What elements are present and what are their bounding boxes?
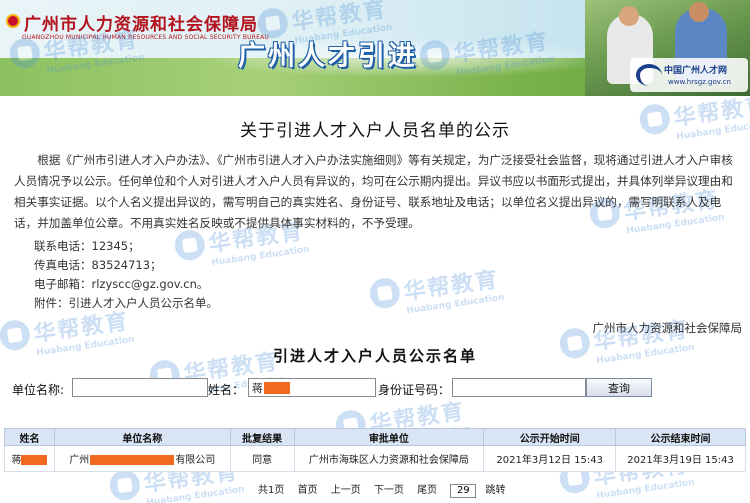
name-label: 姓名： xyxy=(208,383,245,397)
notice-body: 根据《广州市引进人才入户办法》、《广州市引进人才入户办法实施细则》等有关规定，为… xyxy=(14,150,740,234)
contact-info: 联系电话：12345； 传真电话：83524713； 电子邮箱：rlzyscc@… xyxy=(34,237,218,313)
contact-phone: 联系电话：12345； xyxy=(34,239,140,253)
site-banner: 广州市人力资源和社会保障局 GUANGZHOU MUNICIPAL HUMAN … xyxy=(0,0,750,96)
results-table: 姓名 单位名称 批复结果 审批单位 公示开始时间 公示结束时间 蒋 广州 有限公司… xyxy=(4,428,746,472)
first-page-link[interactable]: 首页 xyxy=(298,481,318,496)
list-title: 引进人才入户人员公示名单 xyxy=(272,347,477,365)
photo-person-head xyxy=(619,6,639,26)
cell-name: 蒋 xyxy=(4,445,55,472)
id-number-label: 身份证号码： xyxy=(378,383,451,397)
table-header-row: 姓名 单位名称 批复结果 审批单位 公示开始时间 公示结束时间 xyxy=(4,428,746,446)
column-header: 姓名 xyxy=(4,428,55,446)
cell-unit: 广州 有限公司 xyxy=(53,445,231,472)
id-number-input[interactable] xyxy=(452,378,586,397)
search-button[interactable]: 查询 xyxy=(586,378,652,397)
cell-end-time: 2021年3月19日 15:43 xyxy=(615,445,746,472)
site-badge-url: www.hrsgz.gov.cn xyxy=(668,78,731,86)
last-page-link[interactable]: 尾页 xyxy=(417,481,437,496)
attachment-note: 附件：引进人才入户人员公示名单。 xyxy=(34,296,218,310)
jump-link[interactable]: 跳转 xyxy=(486,481,506,496)
site-badge-name: 中国广州人才网 xyxy=(664,66,728,76)
column-header: 公示结束时间 xyxy=(615,428,746,446)
redaction-block xyxy=(21,455,48,465)
page-number-input[interactable] xyxy=(450,483,477,498)
cell-result: 同意 xyxy=(229,445,295,472)
prev-page-link[interactable]: 上一页 xyxy=(331,481,361,496)
watermark-logo-icon xyxy=(367,276,402,311)
redaction-block xyxy=(90,455,175,465)
signature-org: 广州市人力资源和社会保障局 xyxy=(592,321,743,335)
contact-email: 电子邮箱：rlzyscc@gz.gov.cn。 xyxy=(34,277,209,291)
swoosh-logo-icon xyxy=(636,64,662,86)
watermark: 华帮教育Huabang Education xyxy=(367,261,505,321)
photo-person-head xyxy=(689,2,709,22)
next-page-link[interactable]: 下一页 xyxy=(374,481,404,496)
banner-title: 广州人才引进 xyxy=(238,41,418,72)
watermark-logo-icon xyxy=(107,468,142,503)
column-header: 批复结果 xyxy=(229,428,295,446)
notice-paragraph: 根据《广州市引进人才入户办法》、《广州市引进人才入户办法实施细则》等有关规定，为… xyxy=(14,153,733,230)
table-row[interactable]: 蒋 广州 有限公司 同意 广州市海珠区人力资源和社会保障局 2021年3月12日 … xyxy=(4,445,746,472)
org-name: 广州市人力资源和社会保障局 xyxy=(24,15,258,35)
redaction-block xyxy=(264,382,290,394)
unit-name-input[interactable] xyxy=(72,378,208,397)
bureau-emblem-icon xyxy=(6,14,20,28)
org-name-english: GUANGZHOU MUNICIPAL HUMAN RESOURCES AND … xyxy=(22,34,270,41)
notice-title: 关于引进人才入户人员名单的公示 xyxy=(240,121,510,141)
column-header: 公示开始时间 xyxy=(483,428,617,446)
column-header: 审批单位 xyxy=(293,428,485,446)
column-header: 单位名称 xyxy=(53,428,231,446)
talent-site-badge[interactable]: 中国广州人才网 www.hrsgz.gov.cn xyxy=(630,58,748,92)
pagination: 共1页 首页 上一页 下一页 尾页 跳转 xyxy=(258,481,516,498)
cell-start-time: 2021年3月12日 15:43 xyxy=(483,445,617,472)
cell-approver: 广州市海珠区人力资源和社会保障局 xyxy=(293,445,485,472)
page-total: 共1页 xyxy=(258,485,285,496)
contact-fax: 传真电话：83524713； xyxy=(34,258,162,272)
unit-name-label: 单位名称: xyxy=(12,383,65,397)
